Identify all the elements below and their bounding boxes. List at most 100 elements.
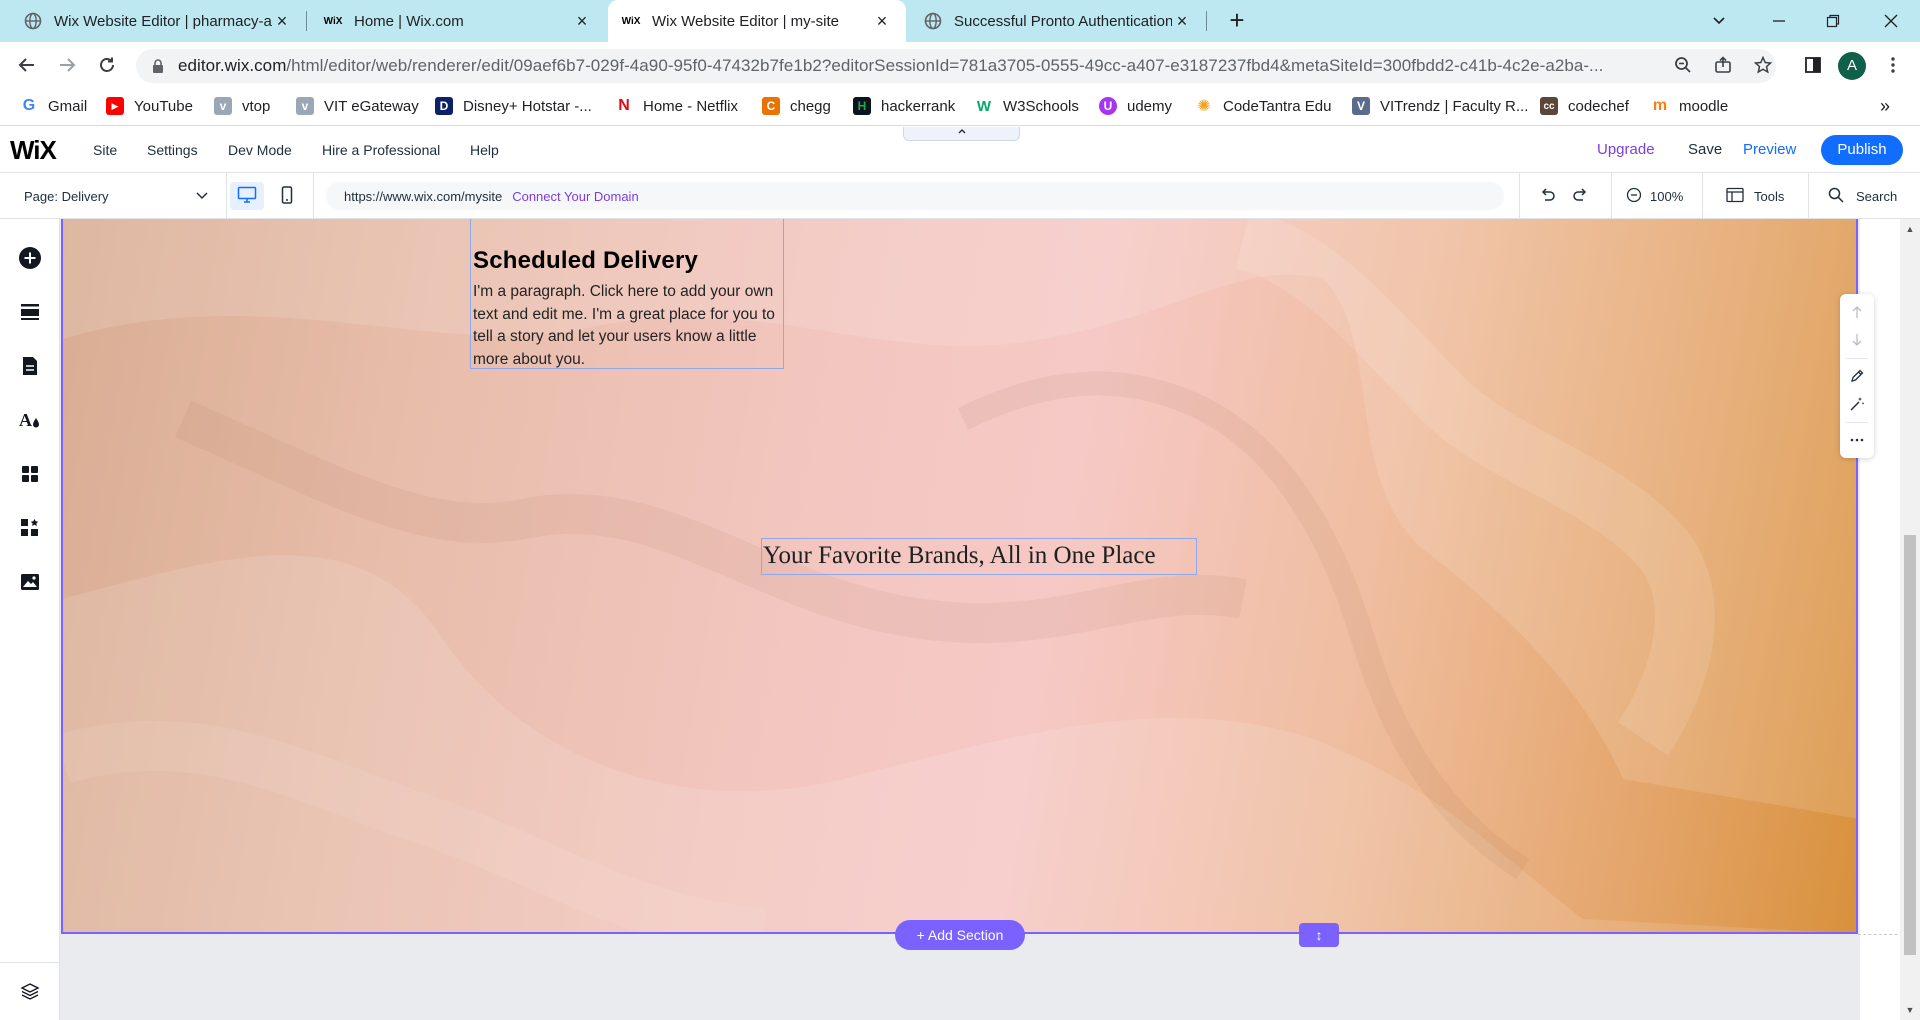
page-selector[interactable]: Page: Delivery — [24, 173, 209, 219]
bookmark-vtop[interactable]: v vtop — [214, 88, 270, 124]
text-box-scheduled-delivery[interactable]: Scheduled Delivery I'm a paragraph. Clic… — [470, 219, 784, 369]
add-section-icon[interactable] — [15, 297, 45, 327]
vit-icon: v — [296, 97, 314, 115]
forward-arrow-icon[interactable] — [52, 50, 82, 80]
add-section-button[interactable]: + Add Section — [895, 920, 1025, 950]
search-icon — [1828, 187, 1844, 206]
search-button[interactable]: Search — [1828, 173, 1897, 219]
chegg-icon: C — [762, 97, 780, 115]
bookmark-star-icon[interactable] — [1748, 50, 1778, 80]
browser-toolbar: editor.wix.com/html/editor/web/renderer/… — [0, 42, 1920, 88]
scrollbar-thumb[interactable] — [1904, 535, 1916, 955]
bookmark-vit-egateway[interactable]: v VIT eGateway — [296, 88, 419, 124]
divider — [1808, 173, 1809, 219]
bookmark-hackerrank[interactable]: Hhackerrank — [853, 88, 955, 124]
bookmark-w3schools[interactable]: W W3Schools — [975, 88, 1079, 124]
edit-pencil-icon[interactable] — [1847, 366, 1867, 386]
desktop-view-button[interactable] — [230, 182, 264, 210]
save-button[interactable]: Save — [1688, 127, 1722, 173]
bookmark-youtube[interactable]: ▶ YouTube — [106, 88, 193, 124]
bookmark-gmail[interactable]: G Gmail — [20, 88, 87, 124]
menu-hire-professional[interactable]: Hire a Professional — [322, 127, 440, 173]
scroll-up-arrow-icon[interactable]: ▲ — [1904, 223, 1916, 235]
more-bookmarks-button[interactable]: » — [1880, 88, 1890, 124]
tools-button[interactable]: Tools — [1726, 173, 1784, 219]
divider — [313, 173, 314, 219]
mobile-view-button[interactable] — [270, 182, 304, 210]
wix-logo[interactable]: WiX — [10, 135, 57, 166]
url-text: editor.wix.com/html/editor/web/renderer/… — [178, 56, 1776, 76]
minimize-icon[interactable] — [1756, 0, 1802, 42]
tab-wix-editor-pharmacy[interactable]: Wix Website Editor | pharmacy-a × — [0, 0, 306, 42]
menu-settings[interactable]: Settings — [147, 127, 198, 173]
collapse-toolbar-button[interactable] — [903, 127, 1020, 141]
bookmark-vitrendz[interactable]: V VITrendz | Faculty R... — [1352, 88, 1528, 124]
divider — [226, 173, 227, 219]
site-url-field[interactable]: https://www.wix.com/mysite Connect Your … — [326, 182, 1504, 210]
magic-wand-icon[interactable] — [1847, 394, 1867, 414]
side-panel-icon[interactable] — [1798, 50, 1828, 80]
preview-button[interactable]: Preview — [1743, 127, 1796, 173]
bookmark-codetantra[interactable]: ✺ CodeTantra Edu — [1195, 88, 1331, 124]
browser-menu-icon[interactable] — [1878, 50, 1908, 80]
menu-site[interactable]: Site — [93, 127, 117, 173]
share-icon[interactable] — [1708, 50, 1738, 80]
browser-tab-strip: Wix Website Editor | pharmacy-a × WiX Ho… — [0, 0, 1920, 42]
tab-home-wix[interactable]: WiX Home | Wix.com × — [306, 0, 606, 42]
business-tools-icon[interactable] — [15, 513, 45, 543]
back-arrow-icon[interactable] — [12, 50, 42, 80]
menu-dev-mode[interactable]: Dev Mode — [228, 127, 292, 173]
profile-avatar[interactable]: A — [1838, 52, 1866, 80]
new-tab-button[interactable]: + — [1222, 6, 1252, 36]
undo-icon — [1538, 187, 1556, 206]
bookmark-udemy[interactable]: Uudemy — [1099, 88, 1172, 124]
move-up-icon[interactable] — [1847, 302, 1867, 322]
tab-wix-editor-my-site[interactable]: WiX Wix Website Editor | my-site × — [608, 0, 906, 42]
hotstar-icon: D — [435, 97, 453, 115]
section-heading[interactable]: Scheduled Delivery — [473, 247, 781, 275]
address-bar[interactable]: editor.wix.com/html/editor/web/renderer/… — [136, 49, 1776, 83]
zoom-icon[interactable] — [1668, 50, 1698, 80]
redo-button[interactable] — [1572, 173, 1590, 219]
publish-button[interactable]: Publish — [1821, 135, 1903, 165]
layers-icon[interactable] — [15, 976, 45, 1006]
bookmark-netflix[interactable]: N Home - Netflix — [615, 88, 738, 124]
wix-icon: WiX — [621, 15, 641, 27]
tab-pronto-authentication[interactable]: Successful Pronto Authentication × — [906, 0, 1206, 42]
tagline-text[interactable]: Your Favorite Brands, All in One Place — [761, 538, 1197, 575]
more-options-icon[interactable] — [1847, 430, 1867, 450]
pages-icon[interactable] — [15, 351, 45, 381]
move-down-icon[interactable] — [1847, 330, 1867, 350]
divider — [0, 962, 60, 963]
bookmark-chegg[interactable]: Cchegg — [762, 88, 831, 124]
section-resize-handle[interactable]: ↕ — [1299, 923, 1339, 947]
tab-title: Successful Pronto Authentication — [954, 12, 1172, 30]
reload-icon[interactable] — [92, 50, 122, 80]
close-window-icon[interactable] — [1868, 0, 1914, 42]
bookmark-hotstar[interactable]: D Disney+ Hotstar -... — [435, 88, 592, 124]
connect-domain-link[interactable]: Connect Your Domain — [512, 189, 638, 204]
zoom-out-icon — [1626, 187, 1642, 206]
add-elements-icon[interactable] — [15, 243, 45, 273]
tab-close-icon[interactable]: × — [872, 11, 892, 31]
tab-search-chevron-icon[interactable] — [1696, 0, 1742, 42]
menu-help[interactable]: Help — [470, 127, 499, 173]
apps-icon[interactable] — [15, 459, 45, 489]
scroll-down-arrow-icon[interactable]: ▼ — [1904, 1004, 1916, 1016]
canvas-scrollbar[interactable]: ▲ ▼ — [1900, 219, 1920, 1020]
media-icon[interactable] — [15, 567, 45, 597]
globe-icon — [924, 12, 942, 30]
tab-close-icon[interactable]: × — [1172, 11, 1192, 31]
theme-design-icon[interactable]: A — [15, 405, 45, 435]
url-domain: editor.wix.com — [178, 56, 287, 75]
selected-section[interactable]: Scheduled Delivery I'm a paragraph. Clic… — [61, 219, 1858, 934]
bookmark-codechef[interactable]: cc codechef — [1540, 88, 1629, 124]
bookmark-moodle[interactable]: m moodle — [1651, 88, 1728, 124]
undo-button[interactable] — [1538, 173, 1556, 219]
tab-close-icon[interactable]: × — [272, 11, 292, 31]
restore-icon[interactable] — [1810, 0, 1856, 42]
zoom-button[interactable]: 100% — [1626, 173, 1683, 219]
section-paragraph[interactable]: I'm a paragraph. Click here to add your … — [473, 281, 781, 371]
tab-close-icon[interactable]: × — [572, 11, 592, 31]
upgrade-link[interactable]: Upgrade — [1597, 127, 1655, 173]
